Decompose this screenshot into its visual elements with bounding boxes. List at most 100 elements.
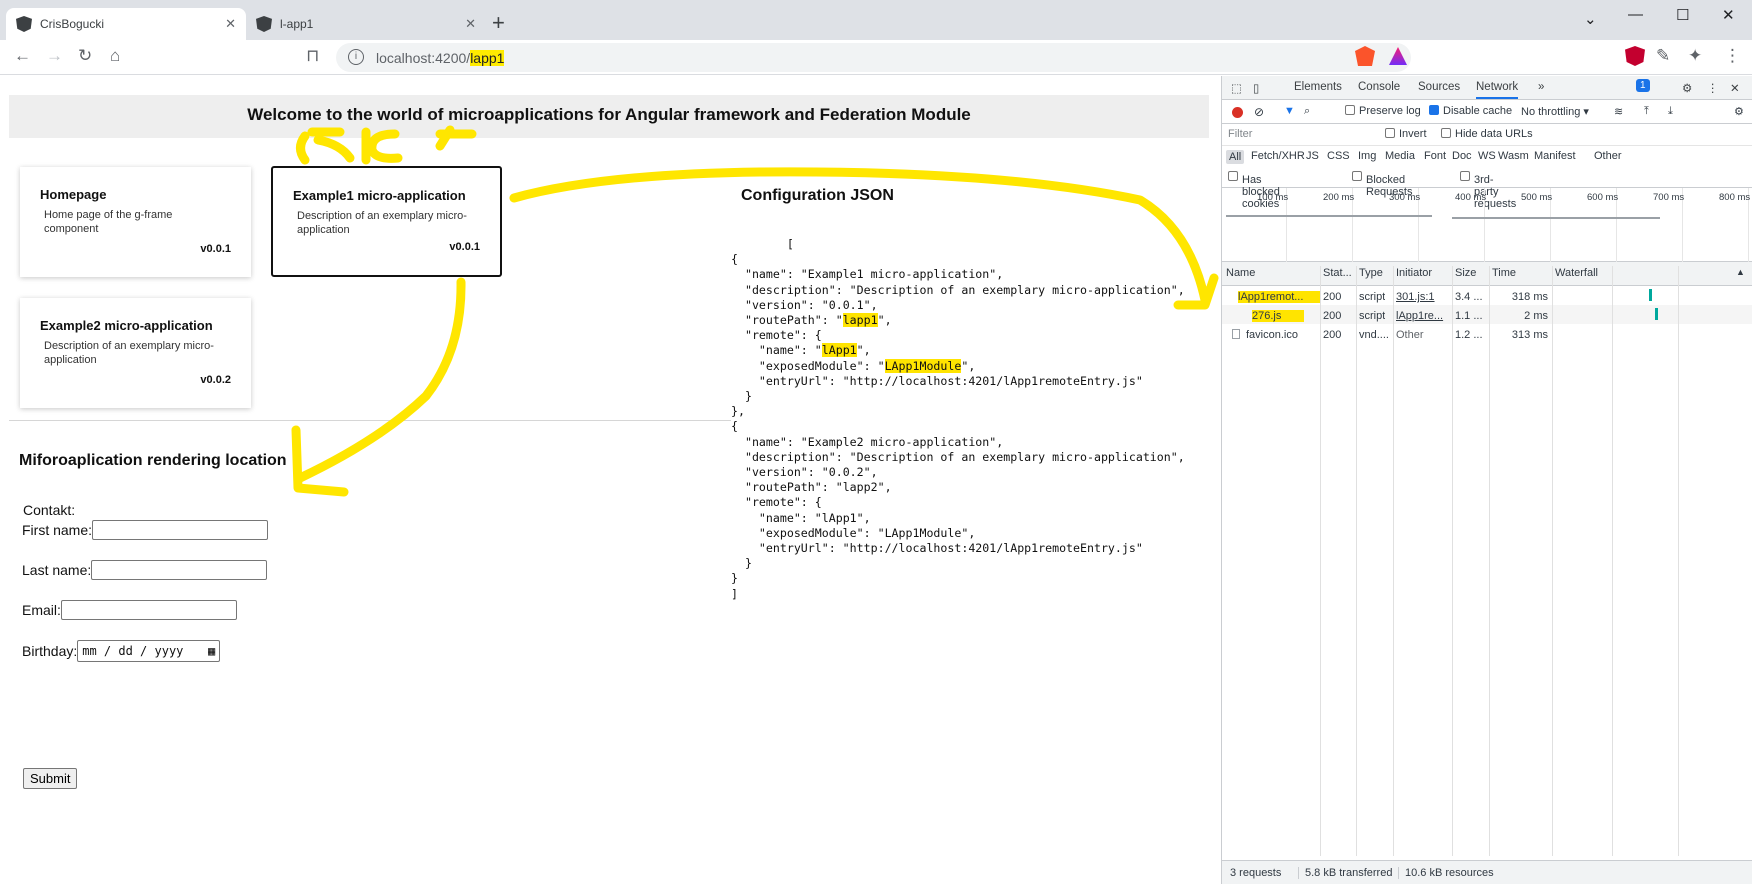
blocked-requests-checkbox[interactable]: Blocked Requests bbox=[1352, 171, 1412, 198]
col-type[interactable]: Type bbox=[1359, 267, 1383, 279]
clear-icon[interactable]: ⊘ bbox=[1254, 105, 1264, 119]
home-icon[interactable]: ⌂ bbox=[110, 46, 120, 66]
request-row[interactable]: favicon.ico 200 vnd.... Other 1.2 ... 31… bbox=[1222, 324, 1752, 343]
search-icon[interactable]: ⌕ bbox=[1304, 105, 1310, 118]
close-window-button[interactable]: ✕ bbox=[1722, 6, 1735, 24]
disable-cache-checkbox[interactable]: Disable cache bbox=[1429, 105, 1512, 117]
blocked-filters: Has blocked cookies Blocked Requests 3rd… bbox=[1222, 168, 1752, 210]
submit-button[interactable]: Submit bbox=[23, 768, 78, 789]
request-initiator[interactable]: lApp1re... bbox=[1396, 310, 1452, 322]
back-icon[interactable]: ← bbox=[14, 46, 31, 66]
column-divider bbox=[1612, 266, 1613, 856]
new-tab-button[interactable]: + bbox=[492, 10, 505, 36]
section-divider bbox=[9, 420, 731, 421]
invert-checkbox[interactable]: Invert bbox=[1385, 128, 1427, 140]
col-initiator[interactable]: Initiator bbox=[1396, 267, 1432, 279]
browser-tab-active[interactable]: CrisBogucki ✕ bbox=[6, 8, 246, 40]
more-tabs-icon[interactable]: » bbox=[1538, 81, 1544, 93]
type-js[interactable]: JS bbox=[1306, 150, 1319, 162]
eyedropper-icon[interactable]: ✎ bbox=[1656, 46, 1670, 66]
timeline-tick: 300 ms bbox=[1389, 192, 1421, 203]
card-version: v0.0.2 bbox=[200, 374, 231, 386]
third-party-checkbox[interactable]: 3rd-party requests bbox=[1460, 171, 1516, 210]
site-info-icon[interactable]: i bbox=[348, 49, 364, 65]
inspect-icon[interactable]: ⬚ bbox=[1231, 81, 1242, 95]
date-placeholder: mm / dd / yyyy bbox=[82, 644, 184, 658]
column-divider bbox=[1356, 266, 1357, 856]
tab-network[interactable]: Network bbox=[1476, 81, 1519, 99]
json-value: 0.0.1 bbox=[828, 297, 864, 312]
filter-icon[interactable]: ▼ bbox=[1284, 105, 1295, 117]
last-name-field[interactable] bbox=[91, 560, 268, 580]
network-conditions-icon[interactable]: ≋ bbox=[1614, 105, 1623, 118]
email-label: Email: bbox=[22, 602, 61, 618]
devtools-menu-icon[interactable]: ⋮ bbox=[1707, 81, 1719, 95]
extensions-icon[interactable]: ✦ bbox=[1688, 46, 1702, 66]
preserve-log-checkbox[interactable]: Preserve log bbox=[1345, 105, 1421, 117]
type-font[interactable]: Font bbox=[1424, 150, 1446, 162]
first-name-field[interactable] bbox=[92, 520, 269, 540]
tab-elements[interactable]: Elements bbox=[1294, 81, 1342, 93]
col-size[interactable]: Size bbox=[1455, 267, 1476, 279]
type-css[interactable]: CSS bbox=[1327, 150, 1350, 162]
record-icon[interactable] bbox=[1232, 107, 1243, 118]
export-har-icon[interactable]: ⤓ bbox=[1668, 105, 1673, 118]
column-divider bbox=[1489, 266, 1490, 856]
request-initiator[interactable]: 301.js:1 bbox=[1396, 291, 1452, 303]
address-bar[interactable]: i localhost:4200/lapp1 bbox=[336, 43, 1411, 72]
json-value: Description of an exemplary micro-applic… bbox=[856, 449, 1171, 464]
type-doc[interactable]: Doc bbox=[1452, 150, 1472, 162]
page-banner: Welcome to the world of microapplication… bbox=[9, 95, 1209, 138]
type-all[interactable]: All bbox=[1226, 150, 1245, 164]
timeline-bar bbox=[1452, 217, 1660, 219]
forward-icon[interactable]: → bbox=[46, 46, 63, 66]
reload-icon[interactable]: ↻ bbox=[78, 46, 92, 66]
bookmark-icon[interactable]: ⊓ bbox=[306, 46, 319, 66]
angular-devtools-icon[interactable] bbox=[1625, 46, 1645, 66]
filter-input[interactable]: Filter bbox=[1228, 128, 1252, 140]
column-divider bbox=[1678, 266, 1679, 856]
type-manifest[interactable]: Manifest bbox=[1534, 150, 1576, 162]
request-status: 200 bbox=[1323, 310, 1342, 322]
card-title: Example2 micro-application bbox=[40, 318, 213, 333]
close-icon[interactable]: ✕ bbox=[225, 16, 236, 32]
tab-sources[interactable]: Sources bbox=[1418, 81, 1460, 93]
menu-icon[interactable]: ⋮ bbox=[1724, 46, 1741, 66]
col-name[interactable]: Name bbox=[1226, 267, 1255, 279]
birthday-field[interactable]: mm / dd / yyyy ▦ bbox=[77, 640, 221, 662]
throttling-select[interactable]: No throttling ▾ bbox=[1521, 105, 1589, 118]
close-icon[interactable]: ✕ bbox=[465, 16, 476, 32]
devtools-close-icon[interactable]: ✕ bbox=[1730, 81, 1740, 95]
type-wasm[interactable]: Wasm bbox=[1498, 150, 1529, 162]
json-value: lapp2 bbox=[842, 480, 878, 495]
type-ws[interactable]: WS bbox=[1478, 150, 1496, 162]
maximize-button[interactable]: ☐ bbox=[1676, 6, 1689, 24]
device-toolbar-icon[interactable]: ▯ bbox=[1253, 81, 1259, 95]
type-other[interactable]: Other bbox=[1594, 150, 1622, 162]
issues-badge[interactable]: 1 bbox=[1636, 79, 1650, 92]
col-status[interactable]: Stat... bbox=[1323, 267, 1352, 279]
card-description: Description of an exemplary micro-applic… bbox=[44, 340, 214, 366]
type-img[interactable]: Img bbox=[1358, 150, 1376, 162]
request-row[interactable]: 276.js 200 script lApp1re... 1.1 ... 2 m… bbox=[1222, 305, 1752, 324]
hide-data-urls-checkbox[interactable]: Hide data URLs bbox=[1441, 128, 1533, 140]
app-card-example2[interactable]: Example2 micro-application Description o… bbox=[20, 298, 251, 408]
calendar-icon[interactable]: ▦ bbox=[208, 644, 215, 658]
network-settings-icon[interactable]: ⚙ bbox=[1734, 105, 1744, 118]
blocked-cookies-checkbox[interactable]: Has blocked cookies bbox=[1228, 171, 1280, 210]
request-row[interactable]: lApp1remot... 200 script 301.js:1 3.4 ..… bbox=[1222, 286, 1752, 305]
tab-search-icon[interactable]: ⌄ bbox=[1584, 10, 1597, 28]
type-fetch[interactable]: Fetch/XHR bbox=[1251, 150, 1305, 162]
sort-up-icon[interactable]: ▲ bbox=[1736, 267, 1745, 277]
minimize-button[interactable]: — bbox=[1628, 6, 1643, 23]
col-waterfall[interactable]: Waterfall bbox=[1555, 267, 1598, 279]
col-time[interactable]: Time bbox=[1492, 267, 1516, 279]
type-media[interactable]: Media bbox=[1385, 150, 1415, 162]
settings-gear-icon[interactable]: ⚙ bbox=[1682, 81, 1692, 95]
tab-console[interactable]: Console bbox=[1358, 81, 1400, 93]
browser-tab[interactable]: l-app1 ✕ bbox=[246, 8, 486, 40]
app-card-example1[interactable]: Example1 micro-application Description o… bbox=[271, 166, 502, 277]
email-field[interactable] bbox=[60, 600, 237, 620]
app-card-homepage[interactable]: Homepage Home page of the g-frame compon… bbox=[20, 167, 251, 277]
import-har-icon[interactable]: ⤒ bbox=[1644, 105, 1649, 118]
